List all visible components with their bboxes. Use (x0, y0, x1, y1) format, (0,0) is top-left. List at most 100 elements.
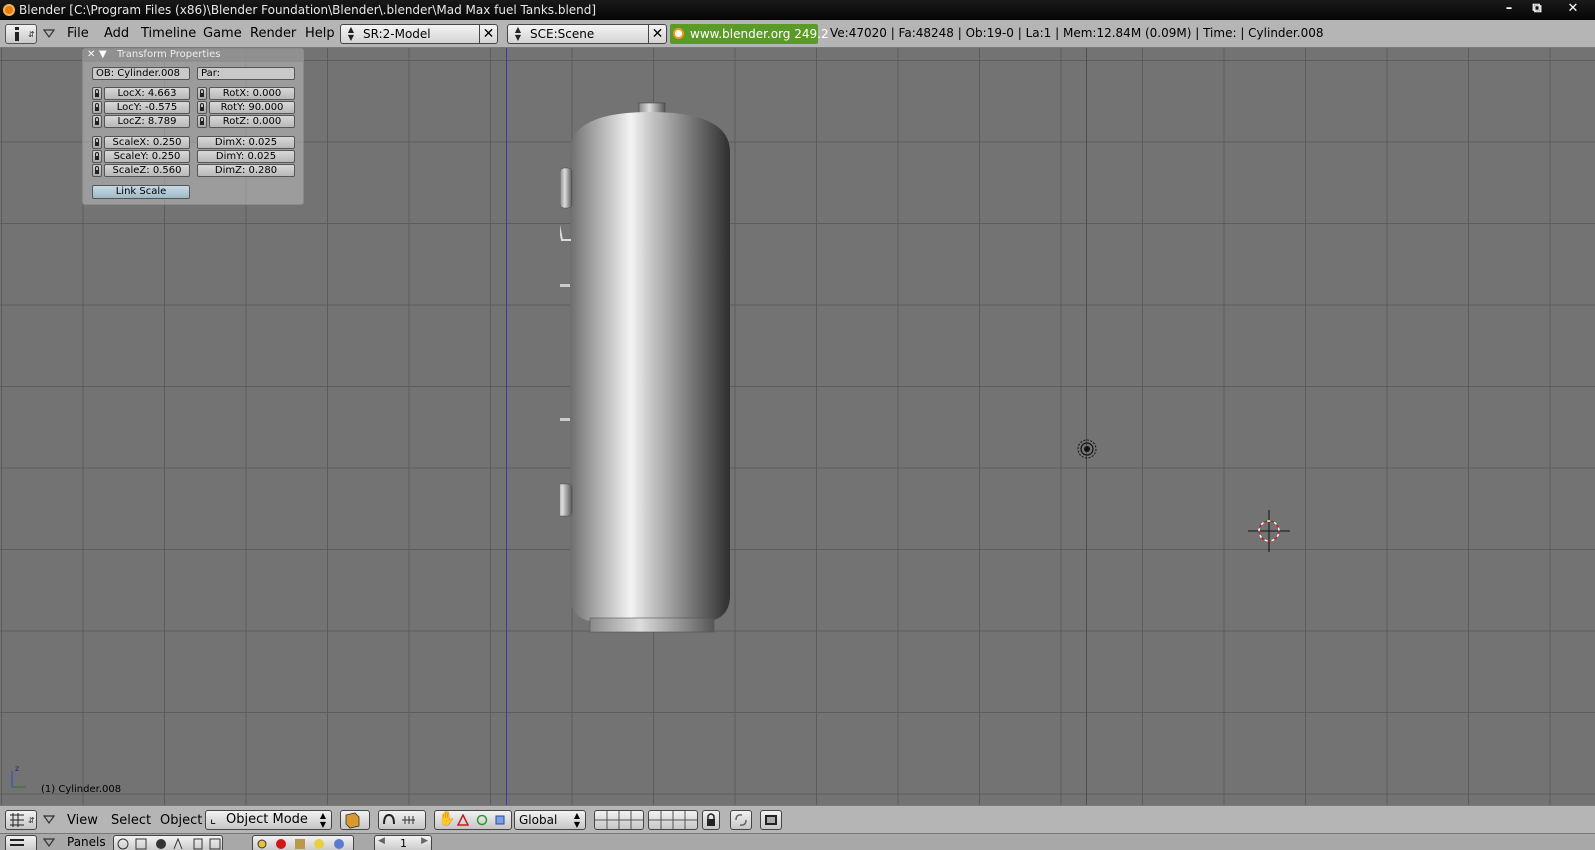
layer-buttons-2[interactable] (648, 810, 698, 830)
collapse-menus-icon[interactable] (43, 815, 55, 825)
minimize-button[interactable]: – (1496, 0, 1522, 18)
layer-buttons-1[interactable] (594, 810, 644, 830)
3d-cursor-icon[interactable] (1248, 510, 1290, 552)
object-mode-icon: ⌞ (210, 812, 217, 827)
grid-axis-line (1086, 48, 1087, 805)
mode-label: Object Mode (226, 812, 308, 827)
updown-icon: ▲ ▼ (347, 25, 355, 42)
object-name-field[interactable]: OB: Cylinder.008 (92, 67, 190, 80)
loc-z-field[interactable]: LocZ: 8.789 (104, 115, 190, 128)
lock-icon[interactable] (92, 150, 102, 163)
link-scale-button[interactable]: Link Scale (92, 185, 190, 199)
blender-url-link[interactable]: www.blender.org 249.2 (670, 24, 829, 44)
buttons-window-header: Panels ◀ 1 ▶ (0, 833, 1595, 850)
orientation-label: Global (519, 813, 558, 827)
frame-number: 1 (400, 837, 407, 850)
manipulator-buttons[interactable]: ✋ (434, 810, 512, 830)
3d-view-header: ⇵ View Select Object ⌞ Object Mode ▲ ▼ ✋ … (0, 805, 1595, 833)
lock-icon[interactable] (197, 115, 207, 128)
rotate-icon[interactable] (476, 814, 488, 826)
close-panel-icon[interactable]: ✕ (87, 49, 95, 60)
editor-type-button[interactable]: ⇵ (5, 810, 37, 830)
window-title: Blender [C:\Program Files (x86)\Blender … (19, 3, 597, 17)
lamp-icon[interactable] (1076, 438, 1098, 460)
updown-icon: ▲ ▼ (319, 811, 326, 829)
dim-z-field[interactable]: DimZ: 0.280 (197, 164, 295, 177)
menu-timeline[interactable]: Timeline (141, 26, 196, 41)
collapse-menus-icon[interactable] (43, 838, 55, 848)
dim-y-field[interactable]: DimY: 0.025 (197, 150, 295, 163)
layers-icon (595, 811, 643, 829)
menu-render[interactable]: Render (250, 26, 296, 41)
lock-icon[interactable] (92, 115, 102, 128)
collapse-menus-icon[interactable] (43, 29, 55, 39)
menu-select[interactable]: Select (111, 813, 151, 828)
frame-field[interactable]: ◀ 1 ▶ (374, 835, 432, 850)
lock-icon[interactable] (92, 136, 102, 149)
blender-logo-icon (673, 28, 684, 39)
lock-icon[interactable] (197, 101, 207, 114)
editor-type-button[interactable] (5, 835, 37, 850)
fuel-tank-mesh[interactable] (560, 100, 740, 640)
blender-url-text: www.blender.org 249.2 (690, 27, 829, 41)
draw-type-button[interactable] (340, 810, 370, 830)
orientation-selector[interactable]: Global ▲ ▼ (514, 810, 586, 830)
menu-object[interactable]: Object (160, 813, 202, 828)
translate-icon[interactable] (457, 814, 469, 826)
parent-field[interactable]: Par: (197, 67, 295, 80)
menu-add[interactable]: Add (104, 26, 129, 41)
scene-selector[interactable]: ▲ ▼ SCE:Scene ✕ (507, 24, 667, 44)
updown-icon: ▲ ▼ (573, 811, 580, 829)
window-titlebar: Blender [C:\Program Files (x86)\Blender … (0, 0, 1595, 20)
menu-view[interactable]: View (67, 813, 98, 828)
subcontext-buttons[interactable] (252, 835, 354, 850)
rot-x-field[interactable]: RotX: 0.000 (209, 87, 295, 100)
refresh-icon (735, 814, 747, 826)
menu-game[interactable]: Game (203, 26, 242, 41)
panel-title: Transform Properties (117, 49, 221, 60)
screen-selector[interactable]: ▲ ▼ SR:2-Model ✕ (340, 24, 498, 44)
transform-properties-panel[interactable]: ✕ ▼ Transform Properties OB: Cylinder.00… (82, 48, 304, 205)
pivot-button[interactable] (378, 810, 426, 830)
loc-y-field[interactable]: LocY: -0.575 (104, 101, 190, 114)
panel-header[interactable]: ✕ ▼ Transform Properties (83, 49, 303, 62)
lock-icon[interactable] (92, 87, 102, 100)
scene-stats: Ve:47020 | Fa:48248 | Ob:19-0 | La:1 | M… (830, 26, 1324, 40)
scale-y-field[interactable]: ScaleY: 0.250 (104, 150, 190, 163)
svg-text:⇵: ⇵ (28, 30, 35, 39)
lock-layers-button[interactable] (702, 810, 720, 830)
menu-help[interactable]: Help (305, 26, 335, 41)
restore-button[interactable]: ⧉ (1524, 0, 1550, 18)
scale-x-field[interactable]: ScaleX: 0.250 (104, 136, 190, 149)
grid-icon: ⇵ (10, 813, 35, 827)
left-arrow-icon[interactable]: ◀ (378, 836, 385, 846)
blender-logo-icon (3, 4, 15, 16)
updown-icon: ▲ ▼ (514, 25, 522, 42)
menu-file[interactable]: File (67, 26, 89, 41)
ogl-render-button[interactable] (730, 810, 752, 830)
context-buttons[interactable] (113, 835, 223, 850)
scale-icon[interactable] (494, 814, 506, 826)
close-window-button[interactable]: ✕ (1560, 0, 1586, 18)
delete-screen-button[interactable]: ✕ (479, 24, 497, 44)
solid-shading-icon (345, 812, 360, 829)
delete-scene-button[interactable]: ✕ (648, 24, 666, 44)
lock-icon[interactable] (197, 87, 207, 100)
hand-icon[interactable]: ✋ (438, 811, 455, 827)
rot-z-field[interactable]: RotZ: 0.000 (209, 115, 295, 128)
loc-x-field[interactable]: LocX: 4.663 (104, 87, 190, 100)
right-arrow-icon[interactable]: ▶ (421, 836, 428, 846)
view-axis-icon: z (11, 764, 26, 788)
mode-selector[interactable]: ⌞ Object Mode ▲ ▼ (205, 810, 332, 830)
lock-icon[interactable] (92, 164, 102, 177)
collapse-triangle-icon[interactable]: ▼ (99, 49, 107, 60)
layers-icon (649, 811, 697, 829)
lock-icon[interactable] (92, 101, 102, 114)
shading-icons (257, 839, 344, 849)
render-preview-button[interactable] (760, 810, 782, 830)
svg-text:z: z (15, 764, 19, 773)
scale-z-field[interactable]: ScaleZ: 0.560 (104, 164, 190, 177)
editor-type-button[interactable]: ⇵ (5, 24, 37, 44)
rot-y-field[interactable]: RotY: 90.000 (209, 101, 295, 114)
dim-x-field[interactable]: DimX: 0.025 (197, 136, 295, 149)
